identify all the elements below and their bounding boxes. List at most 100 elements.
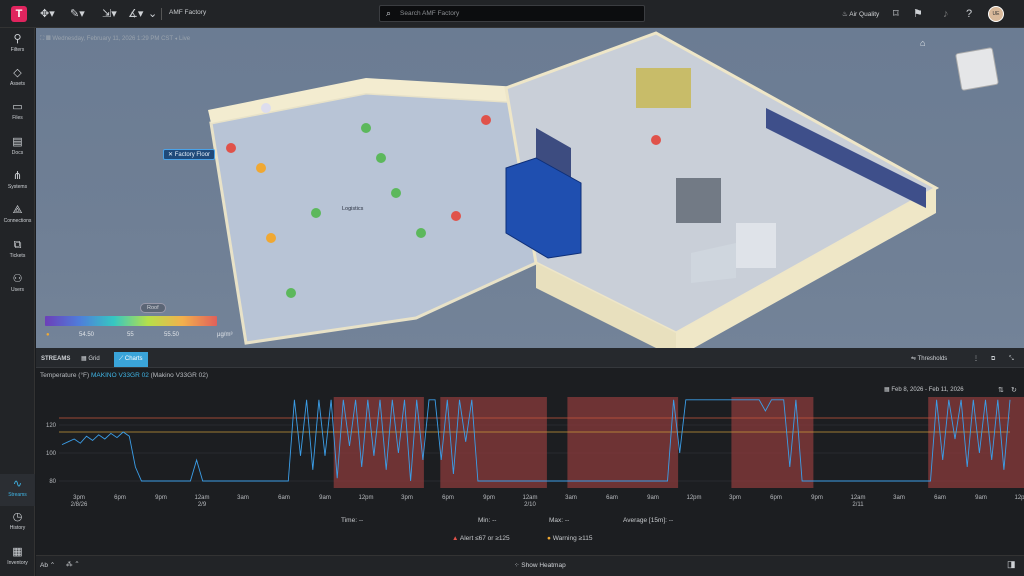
x-tick-label: 9am bbox=[975, 495, 987, 501]
streams-toolbar bbox=[36, 348, 1024, 368]
sidebar-item-assets[interactable]: ◇ Assets bbox=[0, 67, 35, 87]
search-icon: ⌕ bbox=[386, 8, 392, 18]
alert-marker bbox=[651, 135, 661, 145]
viewport-timestamp[interactable]: ⛶ ▦ Wednesday, February 11, 2026 1:29 PM… bbox=[40, 36, 190, 43]
alert-marker bbox=[481, 115, 491, 125]
top-bar: T ✥▾ ✎▾ ⇲▾ ∡▾ ⌄ AMF Factory ⌕ Search AMF… bbox=[0, 0, 1024, 28]
factory-model bbox=[208, 31, 940, 348]
sidebar-item-filters[interactable]: ⚲ Filters bbox=[0, 33, 35, 53]
x-tick-label: 2/9 bbox=[198, 502, 207, 508]
camera-marker bbox=[261, 103, 271, 113]
roof-toggle-button[interactable]: Roof bbox=[140, 303, 166, 313]
x-tick-label: 2/11 bbox=[852, 502, 864, 508]
search-input[interactable]: ⌕ Search AMF Factory bbox=[379, 5, 645, 22]
warning-legend: ● Warning ≥115 bbox=[547, 535, 593, 542]
time-stat: Time: -- bbox=[341, 517, 364, 524]
grid-icon: ▦ bbox=[12, 546, 23, 558]
heatmap-legend-bar bbox=[45, 316, 217, 326]
average-stat: Average [15m]: -- bbox=[623, 517, 674, 524]
x-tick-label: 6pm bbox=[442, 495, 454, 501]
app-logo[interactable]: T bbox=[11, 6, 27, 22]
pin-icon[interactable]: ⚑ bbox=[913, 8, 923, 20]
factory-3d-viewport[interactable]: ⌂ bbox=[36, 28, 1024, 348]
sidebar-item-inventory[interactable]: ▦ Inventory bbox=[0, 546, 35, 566]
alert-triangle-icon: ▲ bbox=[452, 535, 459, 542]
popout-icon[interactable]: ⧉ bbox=[986, 352, 1000, 367]
sidebar-item-docs[interactable]: ▤ Docs bbox=[0, 136, 35, 156]
min-stat: Min: -- bbox=[478, 517, 497, 524]
streams-title: STREAMS bbox=[41, 356, 71, 362]
x-tick-label: 12am bbox=[850, 495, 865, 501]
sensor-marker bbox=[311, 208, 321, 218]
site-title: AMF Factory bbox=[169, 9, 207, 16]
warning-dot-icon: ● bbox=[547, 535, 551, 542]
left-building-floor bbox=[209, 91, 538, 345]
temperature-chart[interactable]: 801001203pm2/8/266pm 9pm 12am2/93am 6am 9am 1… bbox=[36, 393, 1024, 513]
view-cube[interactable] bbox=[954, 46, 1000, 92]
air-quality-toggle[interactable]: ♨ Air Quality bbox=[842, 10, 879, 18]
avatar[interactable]: UE bbox=[988, 6, 1004, 22]
network-icon: ⟁ bbox=[12, 204, 23, 216]
legend-tick: 55 bbox=[127, 332, 134, 338]
date-range-picker[interactable]: ▦ Feb 8, 2026 - Feb 11, 2026 bbox=[884, 386, 964, 393]
more-tool-icon[interactable]: ⌄ bbox=[148, 8, 157, 20]
collapse-icon[interactable]: ⤡ bbox=[1004, 352, 1019, 367]
help-icon[interactable]: ? bbox=[966, 8, 972, 20]
cluster-view-icon[interactable]: ⁂ ⌃ bbox=[66, 560, 80, 568]
more-menu-icon[interactable]: ⋮ bbox=[968, 352, 984, 367]
pulse-icon: ∿ bbox=[12, 478, 23, 490]
heatmap-icon: ⁘ bbox=[514, 562, 520, 569]
move-tool-icon[interactable]: ✥▾ bbox=[40, 8, 55, 20]
x-tick-label: 2/10 bbox=[524, 502, 536, 508]
sidebar-item-tickets[interactable]: ⧉ Tickets bbox=[0, 239, 35, 259]
x-tick-label: 6am bbox=[606, 495, 618, 501]
sensor-marker bbox=[361, 123, 371, 133]
x-tick-label: 3am bbox=[237, 495, 249, 501]
x-tick-label: 9am bbox=[647, 495, 659, 501]
chart-caption: Temperature (°F) MAKINO V33GR 02 (Makino… bbox=[40, 372, 209, 379]
text-style-button[interactable]: Ab ⌃ bbox=[40, 561, 55, 569]
alert-marker bbox=[451, 211, 461, 221]
x-tick-label: 9am bbox=[319, 495, 331, 501]
alert-marker bbox=[226, 143, 236, 153]
sensor-marker bbox=[376, 153, 386, 163]
x-tick-label: 9pm bbox=[155, 495, 167, 501]
x-tick-label: 2/8/26 bbox=[71, 502, 88, 508]
tab-grid[interactable]: ▦ Grid bbox=[76, 352, 105, 367]
bell-icon[interactable]: ♪ bbox=[943, 8, 949, 20]
thresholds-button[interactable]: ⇋ Thresholds bbox=[906, 352, 952, 367]
warning-marker bbox=[266, 233, 276, 243]
show-heatmap-button[interactable]: ⁘ Show Heatmap bbox=[514, 561, 566, 569]
x-tick-label: 12am bbox=[194, 495, 209, 501]
measure-tool-icon[interactable]: ✎▾ bbox=[70, 8, 85, 20]
sidebar-item-streams[interactable]: ∿ Streams bbox=[0, 474, 35, 506]
ticket-icon: ⧉ bbox=[13, 239, 22, 251]
sidebar-item-connections[interactable]: ⟁ Connections bbox=[0, 204, 35, 224]
focused-asset-tag[interactable]: ✕ Factory Floor bbox=[163, 149, 216, 160]
select-tool-icon[interactable]: ⇲▾ bbox=[102, 8, 117, 20]
sidebar-item-files[interactable]: ▭ Files bbox=[0, 101, 35, 121]
funnel-icon: ⚲ bbox=[13, 33, 22, 45]
alert-band bbox=[567, 397, 679, 488]
air-quality-icon: ♨ bbox=[842, 11, 848, 18]
legend-tick: 54.50 bbox=[79, 332, 95, 338]
close-icon: ✕ bbox=[168, 152, 174, 158]
alert-legend: ▲ Alert ≤67 or ≥125 bbox=[452, 535, 510, 542]
draw-tool-icon[interactable]: ∡▾ bbox=[128, 8, 143, 20]
sidebar-item-history[interactable]: ◷ History bbox=[0, 511, 35, 531]
y-tick-label: 80 bbox=[49, 479, 56, 485]
x-tick-label: 3pm bbox=[73, 495, 85, 501]
sidebar-item-systems[interactable]: ⋔ Systems bbox=[0, 170, 35, 190]
sidebar-toggle-icon[interactable]: ◨ bbox=[1007, 559, 1016, 570]
tab-charts[interactable]: ⟋ Charts bbox=[114, 352, 148, 367]
document-folder-icon: ▤ bbox=[12, 136, 23, 148]
x-tick-label: 12pm bbox=[686, 495, 701, 501]
hierarchy-icon: ⋔ bbox=[12, 170, 23, 182]
sidebar-item-users[interactable]: ⚇ Users bbox=[0, 273, 35, 293]
legend-info-icon[interactable]: ● bbox=[46, 332, 50, 338]
folder-icon: ▭ bbox=[12, 101, 23, 113]
sensor-marker bbox=[391, 188, 401, 198]
home-view-icon[interactable]: ⌂ bbox=[920, 38, 925, 48]
bookmark-icon[interactable]: ⌑ bbox=[893, 8, 899, 20]
legend-tick: 55.50 bbox=[164, 332, 180, 338]
